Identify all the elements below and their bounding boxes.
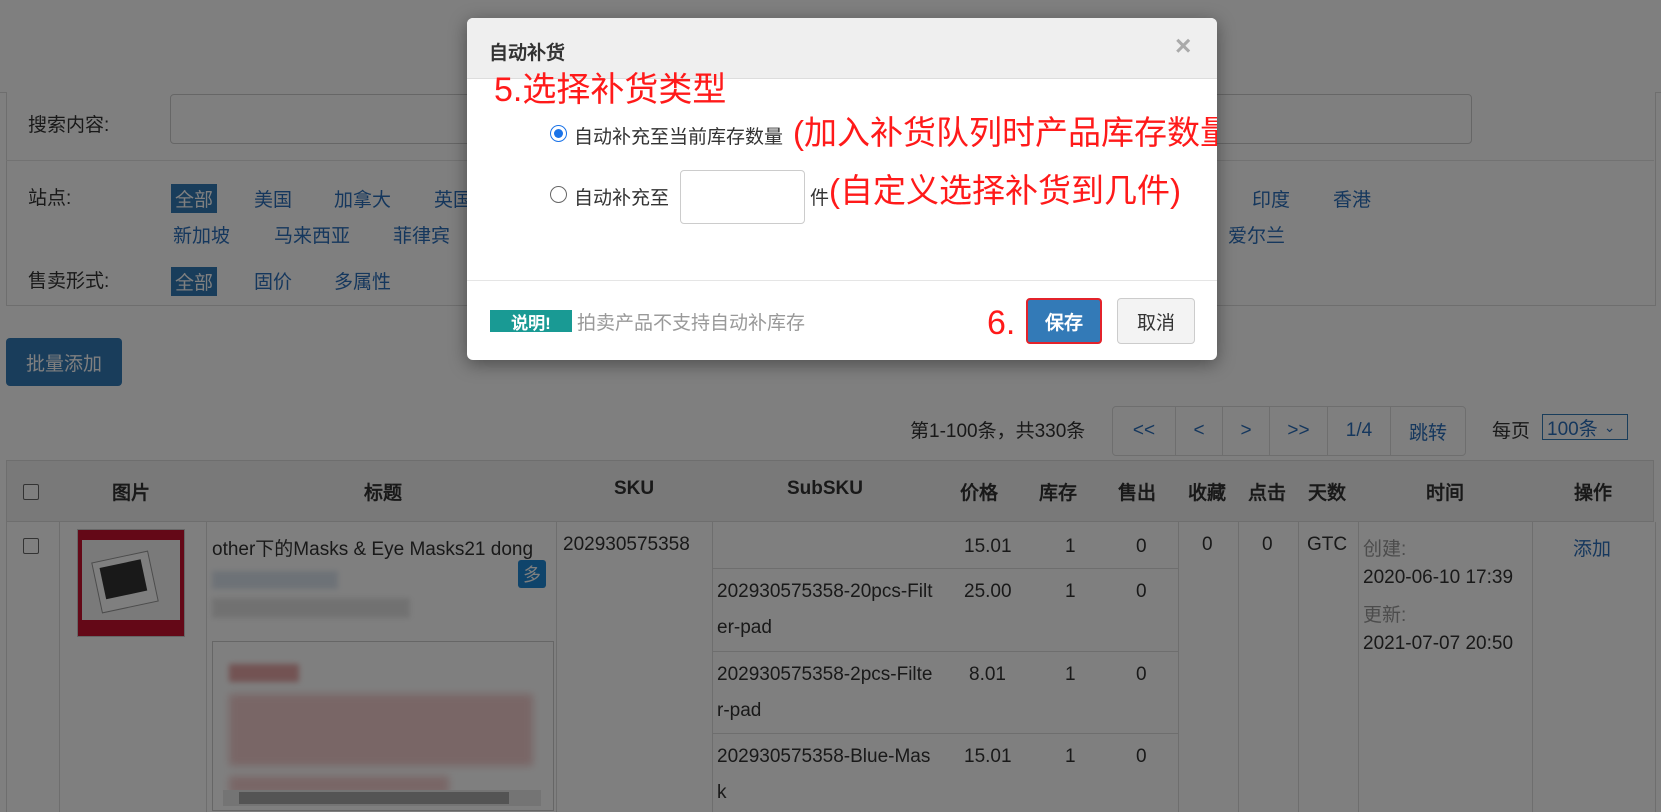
save-button[interactable]: 保存	[1026, 298, 1102, 344]
close-icon[interactable]: ×	[1175, 30, 1191, 62]
option-current-stock-label[interactable]: 自动补充至当前库存数量	[574, 122, 783, 149]
note-badge: 说明!	[490, 310, 572, 333]
auto-restock-dialog: 自动补货 × 5.选择补货类型 自动补充至当前库存数量 (加入补货队列时产品库存…	[467, 18, 1217, 360]
radio-current-stock[interactable]	[550, 125, 567, 142]
unit-label: 件	[810, 188, 830, 209]
option-custom-quantity-label[interactable]: 自动补充至	[574, 183, 669, 210]
note-text: 拍卖产品不支持自动补库存	[577, 313, 806, 334]
annotation-step6: 6.	[987, 304, 1016, 342]
radio-custom-quantity[interactable]	[550, 186, 567, 203]
annotation-step5: 5.选择补货类型	[494, 71, 727, 109]
annotation-option2: (自定义选择补货到几件)	[829, 172, 1181, 209]
cancel-button[interactable]: 取消	[1117, 298, 1195, 344]
custom-quantity-input[interactable]	[680, 170, 805, 224]
dialog-footer-divider	[467, 280, 1217, 281]
annotation-option1: (加入补货队列时产品库存数量)	[793, 114, 1217, 151]
dialog-title: 自动补货	[489, 43, 566, 64]
